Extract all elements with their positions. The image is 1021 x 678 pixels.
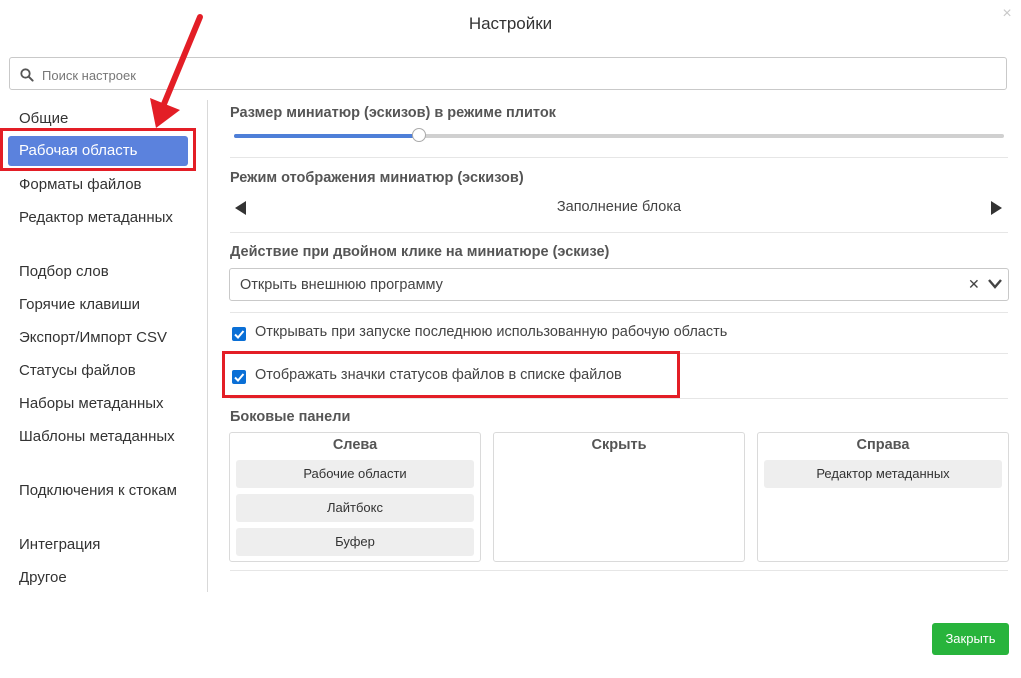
- divider: [230, 157, 1008, 158]
- checkmark-icon: [234, 373, 245, 382]
- open-last-workspace-label: Открывать при запуске последнюю использо…: [255, 324, 728, 340]
- slider-thumb[interactable]: [411, 128, 426, 142]
- divider: [230, 232, 1008, 233]
- clear-icon[interactable]: ✕: [968, 276, 980, 293]
- panel-item-metadata-editor[interactable]: Редактор метаданных: [764, 460, 1002, 488]
- sidebar-item-stock-connections[interactable]: Подключения к стокам: [8, 480, 188, 501]
- divider: [230, 312, 1008, 313]
- divider: [230, 353, 1008, 354]
- sidebar-item-csv[interactable]: Экспорт/Импорт CSV: [8, 327, 188, 348]
- sidebar-item-file-formats[interactable]: Форматы файлов: [8, 174, 188, 195]
- panel-hide[interactable]: Скрыть: [493, 432, 745, 562]
- arrow-right-icon[interactable]: [990, 201, 1002, 215]
- thumb-size-slider[interactable]: [234, 128, 1004, 142]
- thumb-mode-label: Режим отображения миниатюр (эскизов): [230, 170, 524, 186]
- panel-item-lightbox[interactable]: Лайтбокс: [236, 494, 474, 522]
- slider-fill: [234, 134, 419, 138]
- sidebar-item-metadata-editor[interactable]: Редактор метаданных: [8, 207, 188, 228]
- panel-left[interactable]: Слева Рабочие области Лайтбокс Буфер: [229, 432, 481, 562]
- sidebar-item-integration[interactable]: Интеграция: [8, 534, 188, 555]
- arrow-annotation-icon: [150, 14, 203, 128]
- search-icon: [20, 68, 34, 82]
- thumb-size-label: Размер миниатюр (эскизов) в режиме плито…: [230, 105, 556, 121]
- sidebar-item-other[interactable]: Другое: [8, 567, 188, 588]
- panel-item-clipboard[interactable]: Буфер: [236, 528, 474, 556]
- show-status-icons-checkbox[interactable]: [232, 370, 246, 384]
- close-icon[interactable]: ×: [999, 6, 1015, 22]
- panel-right-title: Справа: [856, 437, 910, 453]
- sidebar-item-workspace[interactable]: Рабочая область: [8, 136, 188, 166]
- panel-right[interactable]: Справа Редактор метаданных: [757, 432, 1009, 562]
- side-panels-label: Боковые панели: [230, 409, 351, 425]
- sidebar-item-metadata-templates[interactable]: Шаблоны метаданных: [8, 426, 188, 447]
- double-click-label: Действие при двойном клике на миниатюре …: [230, 244, 610, 260]
- divider: [230, 398, 1008, 399]
- panel-left-title: Слева: [332, 437, 378, 453]
- chevron-down-icon[interactable]: [988, 279, 1002, 289]
- open-last-workspace-checkbox[interactable]: [232, 327, 246, 341]
- show-status-icons-label: Отображать значки статусов файлов в спис…: [255, 367, 622, 383]
- sidebar-item-metadata-sets[interactable]: Наборы метаданных: [8, 393, 188, 414]
- arrow-left-icon[interactable]: [235, 201, 247, 215]
- checkmark-icon: [234, 330, 245, 339]
- divider: [230, 570, 1008, 571]
- panel-item-workspaces[interactable]: Рабочие области: [236, 460, 474, 488]
- double-click-select[interactable]: Открыть внешнюю программу ✕: [229, 268, 1009, 301]
- sidebar-item-file-statuses[interactable]: Статусы файлов: [8, 360, 188, 381]
- thumb-mode-value: Заполнение блока: [556, 199, 682, 215]
- sidebar-item-keyword-picker[interactable]: Подбор слов: [8, 261, 188, 282]
- double-click-value: Открыть внешнюю программу: [240, 277, 443, 293]
- close-button[interactable]: Закрыть: [932, 623, 1009, 655]
- panel-hide-title: Скрыть: [591, 437, 647, 453]
- sidebar-item-hotkeys[interactable]: Горячие клавиши: [8, 294, 188, 315]
